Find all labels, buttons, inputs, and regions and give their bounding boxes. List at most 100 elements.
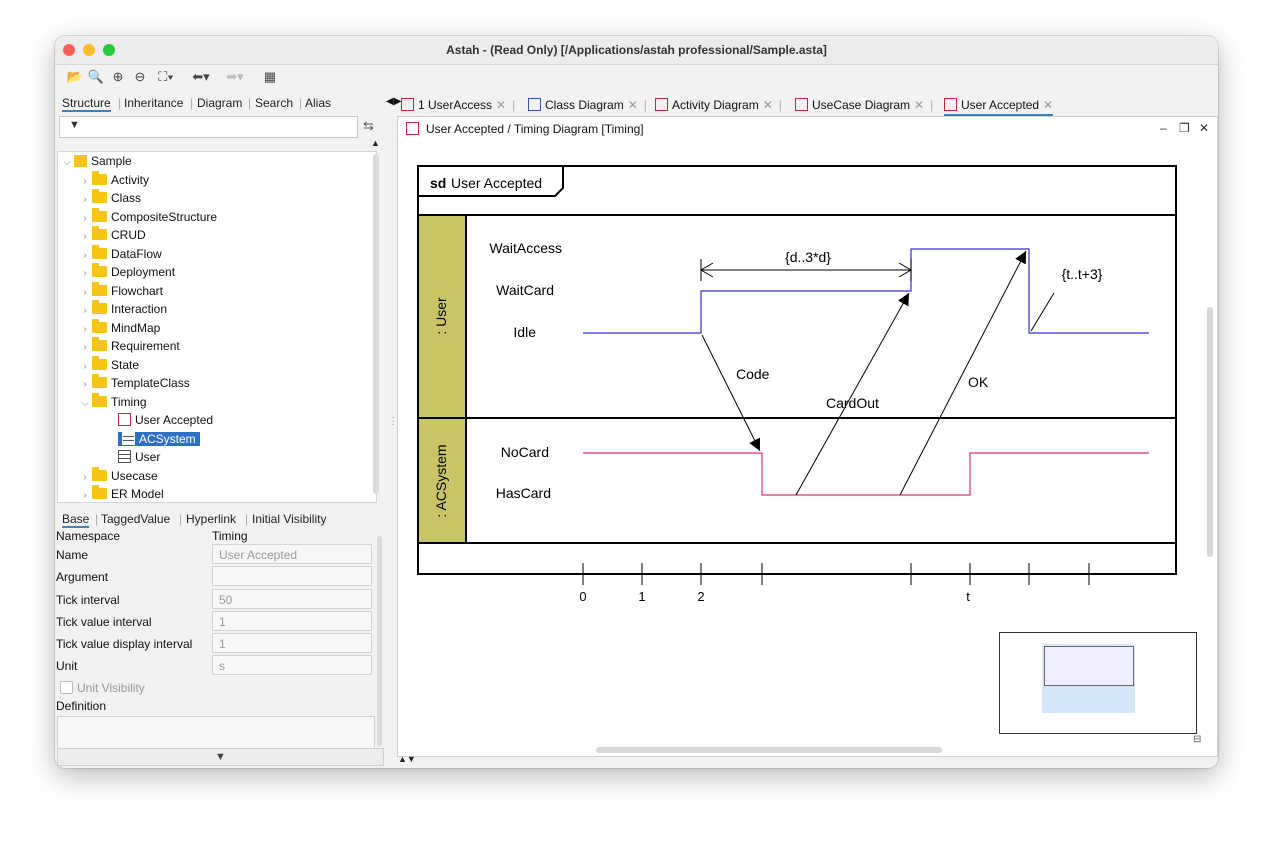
tree-item-deployment[interactable]: › Deployment	[78, 263, 175, 282]
tab-class-diagram[interactable]: Class Diagram ✕ |	[528, 98, 647, 112]
message-cardout-label[interactable]: CardOut	[826, 395, 879, 411]
tab-initial-visibility[interactable]: Initial Visibility	[252, 512, 326, 526]
tab-usecase-diagram[interactable]: UseCase Diagram ✕ |	[795, 98, 933, 112]
message-ok-arrow[interactable]	[899, 250, 1027, 496]
tab-search[interactable]: Search	[255, 96, 293, 110]
tree-item-class[interactable]: › Class	[78, 189, 141, 208]
chevron-right-icon[interactable]: ›	[78, 284, 92, 301]
tree-item-acsystem[interactable]: ACSystem	[118, 431, 200, 448]
tree-item-state[interactable]: › State	[78, 356, 139, 375]
tree-item-usecase[interactable]: › Usecase	[78, 467, 158, 486]
chevron-right-icon[interactable]: ›	[78, 469, 92, 486]
tree-item-user[interactable]: User	[118, 449, 160, 466]
open-folder-icon[interactable]: 📂	[65, 68, 85, 86]
unit-visibility-checkbox[interactable]	[60, 681, 73, 694]
tree-item-timing[interactable]: ⌵ Timing	[78, 393, 147, 412]
tree-item-mindmap[interactable]: › MindMap	[78, 319, 160, 338]
chevron-right-icon[interactable]: ›	[78, 265, 92, 282]
tree-item-templateclass[interactable]: › TemplateClass	[78, 374, 190, 393]
close-tab-icon[interactable]: ✕	[1043, 98, 1053, 112]
tree-item-user-accepted[interactable]: User Accepted	[118, 412, 213, 429]
tree-item-dataflow[interactable]: › DataFlow	[78, 245, 162, 264]
chevron-right-icon[interactable]: ›	[78, 487, 92, 502]
tree-item-sample[interactable]: ⌵ Sample	[60, 153, 131, 171]
chevron-right-icon[interactable]: ›	[78, 339, 92, 356]
zoom-in-icon[interactable]: ⊕	[109, 68, 127, 86]
tab-alias[interactable]: Alias	[305, 96, 331, 110]
tick-display-field[interactable]: 1	[212, 633, 372, 653]
argument-field[interactable]	[212, 566, 372, 586]
editor-vertical-scrollbar[interactable]	[1207, 307, 1213, 557]
tree-item-crud[interactable]: › CRUD	[78, 226, 146, 245]
chevron-right-icon[interactable]: ›	[78, 173, 92, 190]
chevron-right-icon[interactable]: ›	[78, 302, 92, 319]
tree-item-requirement[interactable]: › Requirement	[78, 337, 180, 356]
tree-item-er-model[interactable]: › ER Model	[78, 485, 164, 502]
tree-filter-input[interactable]: ▼	[59, 116, 358, 138]
tab-scroll-icon[interactable]: ◀▶	[386, 96, 401, 107]
time-constraint-label[interactable]: {t..t+3}	[1062, 266, 1103, 282]
restore-editor-icon[interactable]: ❐	[1179, 121, 1190, 135]
tab-user-accepted[interactable]: User Accepted ✕	[944, 98, 1054, 116]
zoom-out-icon[interactable]: ⊖	[131, 68, 149, 86]
sync-icon[interactable]: ⇆	[363, 118, 374, 134]
message-code-arrow[interactable]	[701, 334, 761, 452]
zoom-fit-icon[interactable]: 🔍	[87, 68, 105, 86]
close-tab-icon[interactable]: ✕	[763, 98, 773, 112]
chevron-right-icon[interactable]: ›	[78, 228, 92, 245]
diagram-frame[interactable]	[417, 165, 1177, 575]
overview-viewport[interactable]	[1042, 644, 1135, 713]
message-code-label[interactable]: Code	[736, 366, 770, 382]
chevron-down-icon[interactable]: ⌵	[78, 395, 92, 412]
name-field[interactable]: User Accepted	[212, 544, 372, 564]
acsystem-state-line[interactable]	[583, 452, 1149, 496]
close-tab-icon[interactable]: ✕	[496, 98, 506, 112]
unit-field[interactable]: s	[212, 655, 372, 675]
tab-structure[interactable]: Structure	[62, 96, 111, 112]
tab-hyperlink[interactable]: Hyperlink	[186, 512, 236, 526]
grid-icon[interactable]: ▦	[261, 68, 279, 86]
chevron-down-icon[interactable]: ⌵	[60, 154, 74, 171]
duration-constraint-label[interactable]: {d..3*d}	[785, 249, 831, 265]
tab-diagram[interactable]: Diagram	[197, 96, 242, 110]
close-tab-icon[interactable]: ✕	[914, 98, 924, 112]
tick-interval-field[interactable]: 50	[212, 589, 372, 609]
chevron-right-icon[interactable]: ›	[78, 247, 92, 264]
definition-textarea[interactable]	[57, 716, 375, 750]
tick-value-interval-field[interactable]: 1	[212, 611, 372, 631]
forward-icon[interactable]: ➡▾	[221, 68, 249, 86]
tab-inheritance[interactable]: Inheritance	[124, 96, 183, 110]
message-ok-label[interactable]: OK	[968, 374, 989, 390]
tab-activity-diagram[interactable]: Activity Diagram ✕ |	[655, 98, 782, 112]
chevron-right-icon[interactable]: ›	[78, 191, 92, 208]
collapse-overview-icon[interactable]: ⊟	[1193, 734, 1201, 745]
tree-item-interaction[interactable]: › Interaction	[78, 300, 167, 319]
chevron-right-icon[interactable]: ›	[78, 358, 92, 375]
minimize-editor-icon[interactable]: –	[1160, 121, 1167, 135]
panel-toggle-icon[interactable]: ▲▼	[398, 754, 416, 764]
user-state-line[interactable]	[583, 248, 1149, 334]
tree-item-activity[interactable]: › Activity	[78, 171, 149, 190]
chevron-right-icon[interactable]: ›	[78, 210, 92, 227]
fit-window-icon[interactable]: ⛶▾	[155, 68, 177, 86]
scroll-up-icon[interactable]: ▲	[371, 138, 380, 148]
back-icon[interactable]: ⬅▾	[187, 68, 215, 86]
tree-item-flowchart[interactable]: › Flowchart	[78, 282, 163, 301]
tab-user-access[interactable]: 1 UserAccess ✕ |	[401, 98, 515, 112]
tab-base[interactable]: Base	[62, 512, 90, 528]
tab-taggedvalue[interactable]: TaggedValue	[101, 512, 170, 526]
time-constraint-line[interactable]	[1030, 292, 1055, 332]
lifeline-icon	[122, 432, 135, 445]
chevron-right-icon[interactable]: ›	[78, 376, 92, 393]
chevron-right-icon[interactable]: ›	[78, 321, 92, 338]
property-scrollbar[interactable]	[377, 536, 382, 746]
tree-item-compositestructure[interactable]: › CompositeStructure	[78, 208, 217, 227]
tree-scrollbar[interactable]	[373, 154, 379, 494]
tick-label-0: 0	[579, 589, 586, 604]
expand-down-icon[interactable]: ▼	[57, 748, 384, 766]
editor-horizontal-scrollbar[interactable]	[596, 747, 942, 753]
close-editor-icon[interactable]: ✕	[1199, 121, 1209, 135]
diagram-overview-map[interactable]	[999, 632, 1197, 734]
close-tab-icon[interactable]: ✕	[628, 98, 638, 112]
message-cardout-arrow[interactable]	[795, 292, 910, 496]
